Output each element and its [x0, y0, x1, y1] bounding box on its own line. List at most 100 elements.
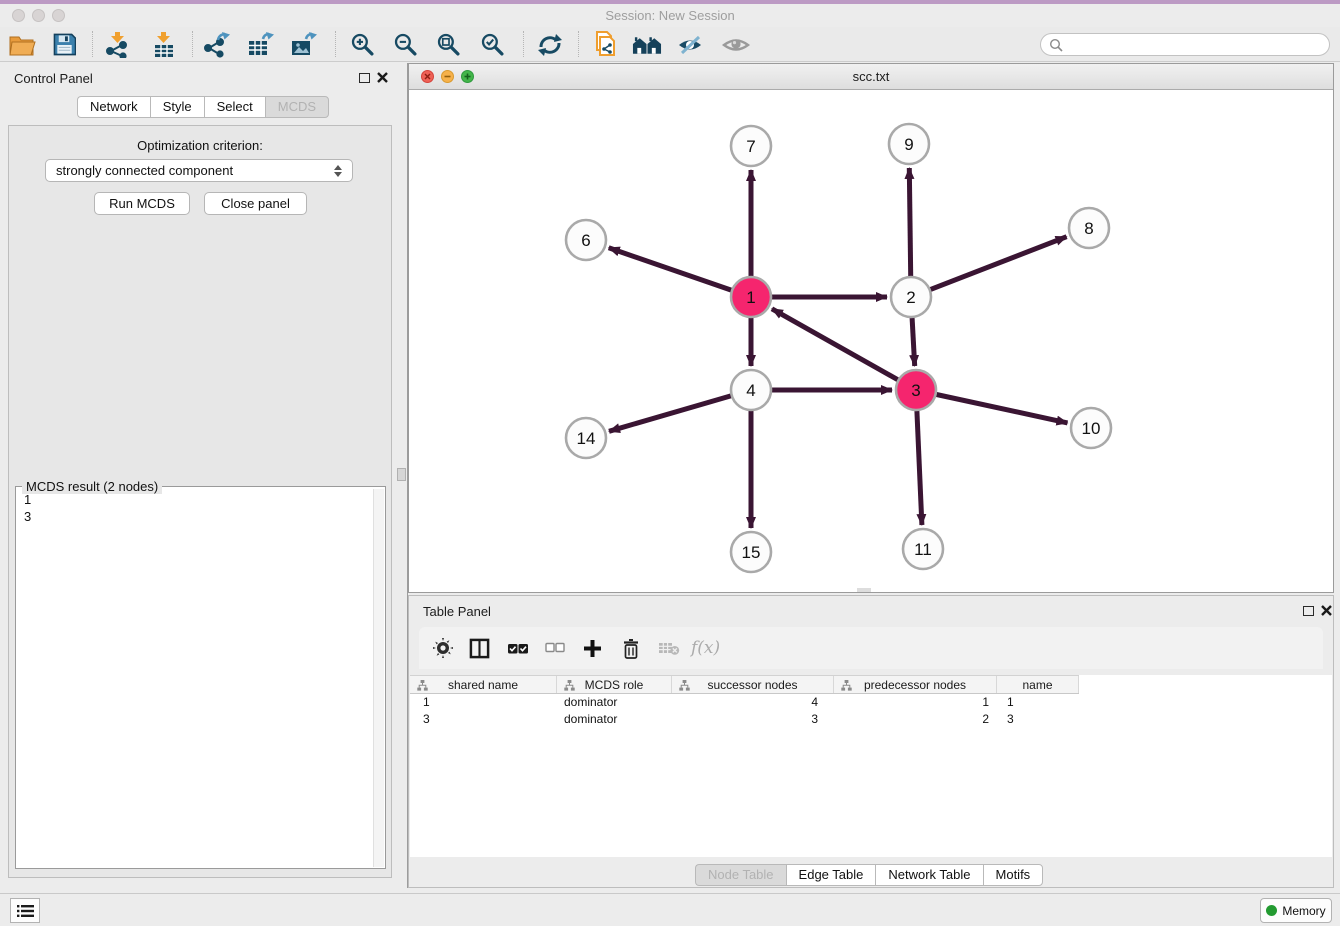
graph-node-6[interactable]: 6 — [566, 220, 606, 260]
network-minimize-button[interactable] — [441, 70, 454, 83]
graph-node-label: 6 — [581, 231, 590, 250]
apply-layout-icon[interactable] — [535, 30, 565, 59]
control-panel-title: Control Panel — [14, 71, 93, 86]
select-all-icon[interactable] — [507, 634, 529, 662]
table-cell[interactable]: 3 — [672, 711, 834, 728]
table-cell[interactable]: 4 — [672, 694, 834, 711]
open-session-icon[interactable] — [7, 30, 37, 59]
close-panel-icon[interactable] — [377, 72, 388, 83]
graph-edge-2-9[interactable] — [909, 168, 910, 276]
hide-selection-icon[interactable] — [676, 30, 706, 59]
delete-column-icon[interactable] — [621, 634, 640, 662]
export-image-icon[interactable] — [289, 30, 319, 59]
graph-edge-2-3[interactable] — [912, 318, 915, 366]
table-cell[interactable]: 1 — [410, 694, 557, 711]
tab-select[interactable]: Select — [204, 96, 265, 118]
close-table-panel-icon[interactable] — [1321, 605, 1332, 616]
table-cell[interactable]: dominator — [557, 694, 672, 711]
mcds-result-scrollbar[interactable] — [373, 489, 384, 867]
divider-handle[interactable] — [397, 468, 406, 481]
delete-table-icon — [658, 634, 680, 662]
panel-divider[interactable] — [396, 63, 408, 888]
graph-node-14[interactable]: 14 — [566, 418, 606, 458]
table-row[interactable]: 1dominator411 — [410, 694, 1079, 711]
float-panel-icon[interactable] — [359, 73, 370, 83]
graph-edge-2-8[interactable] — [931, 237, 1067, 290]
tab-edge-table[interactable]: Edge Table — [786, 864, 876, 886]
export-network-icon[interactable] — [202, 30, 232, 59]
graph-node-7[interactable]: 7 — [731, 126, 771, 166]
network-close-button[interactable] — [421, 70, 434, 83]
zoom-in-icon[interactable] — [347, 30, 377, 59]
memory-button[interactable]: Memory — [1260, 898, 1332, 923]
network-from-selection-icon[interactable] — [590, 30, 620, 59]
network-canvas[interactable]: 7 9 6 8 1 2 4 3 14 10 15 11 — [409, 90, 1333, 592]
table-panel-header: Table Panel — [409, 596, 1333, 628]
tab-mcds[interactable]: MCDS — [265, 96, 329, 118]
column-header-mcds-role[interactable]: MCDS role — [557, 676, 672, 693]
graph-node-4[interactable]: 4 — [731, 370, 771, 410]
close-window-button[interactable] — [12, 9, 25, 22]
app-titlebar: Session: New Session — [0, 4, 1340, 27]
float-table-panel-icon[interactable] — [1303, 606, 1314, 616]
export-table-icon[interactable] — [246, 30, 276, 59]
graph-edge-1-6[interactable] — [609, 248, 732, 290]
search-box[interactable] — [1040, 33, 1330, 56]
node-table-body: 1dominator4113dominator323 — [410, 694, 1079, 728]
canvas-resize-handle[interactable] — [857, 588, 871, 592]
graph-node-9[interactable]: 9 — [889, 124, 929, 164]
add-column-icon[interactable] — [583, 634, 602, 662]
tab-network-table[interactable]: Network Table — [875, 864, 982, 886]
column-header-successor-nodes[interactable]: successor nodes — [672, 676, 834, 693]
graph-node-3[interactable]: 3 — [896, 370, 936, 410]
first-neighbors-icon[interactable] — [632, 30, 662, 59]
minimize-window-button[interactable] — [32, 9, 45, 22]
run-mcds-button[interactable]: Run MCDS — [94, 192, 190, 215]
graph-node-2[interactable]: 2 — [891, 277, 931, 317]
graph-node-15[interactable]: 15 — [731, 532, 771, 572]
show-all-icon[interactable] — [721, 30, 751, 59]
criterion-select[interactable]: strongly connected component — [45, 159, 353, 182]
mcds-result-item[interactable]: 3 — [16, 508, 374, 525]
search-input[interactable] — [1068, 38, 1329, 52]
close-panel-button[interactable]: Close panel — [204, 192, 307, 215]
graph-node-1[interactable]: 1 — [731, 277, 771, 317]
import-table-icon[interactable] — [149, 30, 179, 59]
network-zoom-button[interactable] — [461, 70, 474, 83]
zoom-out-icon[interactable] — [390, 30, 420, 59]
graph-edge-3-1[interactable] — [772, 309, 898, 380]
table-cell[interactable]: 3 — [997, 711, 1079, 728]
table-cell[interactable]: 1 — [834, 694, 997, 711]
tab-motifs[interactable]: Motifs — [983, 864, 1044, 886]
graph-node-10[interactable]: 10 — [1071, 408, 1111, 448]
zoom-fit-icon[interactable] — [433, 30, 463, 59]
tab-network[interactable]: Network — [77, 96, 150, 118]
column-header-shared-name[interactable]: shared name — [410, 676, 557, 693]
zoom-selected-icon[interactable] — [477, 30, 507, 59]
tab-node-table[interactable]: Node Table — [695, 864, 786, 886]
column-header-name[interactable]: name — [997, 676, 1079, 693]
show-hide-columns-icon[interactable] — [469, 634, 490, 662]
graph-node-8[interactable]: 8 — [1069, 208, 1109, 248]
save-session-icon[interactable] — [49, 30, 79, 59]
table-cell[interactable]: 2 — [834, 711, 997, 728]
graph-edge-3-11[interactable] — [917, 411, 922, 525]
tab-style[interactable]: Style — [150, 96, 204, 118]
graph-node-label: 7 — [746, 137, 755, 156]
graph-node-label: 3 — [911, 381, 920, 400]
zoom-window-button[interactable] — [52, 9, 65, 22]
table-mode-gear-icon[interactable] — [433, 634, 453, 662]
graph-edge-3-10[interactable] — [937, 395, 1068, 423]
graph-node-11[interactable]: 11 — [903, 529, 943, 569]
network-window-titlebar[interactable]: scc.txt — [409, 64, 1333, 90]
column-header-predecessor-nodes[interactable]: predecessor nodes — [834, 676, 997, 693]
table-cell[interactable]: 1 — [997, 694, 1079, 711]
import-network-icon[interactable] — [103, 30, 133, 59]
table-cell[interactable]: dominator — [557, 711, 672, 728]
task-history-button[interactable] — [10, 898, 40, 923]
table-cell[interactable]: 3 — [410, 711, 557, 728]
table-row[interactable]: 3dominator323 — [410, 711, 1079, 728]
deselect-all-icon[interactable] — [545, 634, 565, 662]
mcds-result-item[interactable]: 1 — [16, 491, 374, 508]
graph-edge-4-14[interactable] — [609, 396, 731, 431]
